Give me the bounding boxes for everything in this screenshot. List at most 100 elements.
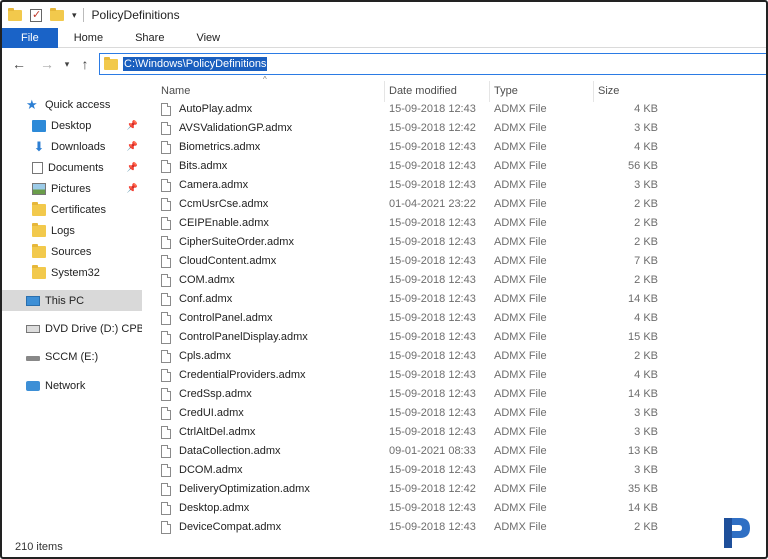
recent-locations-chevron-icon[interactable]: ▾ [60, 59, 74, 70]
file-row[interactable]: ControlPanel.admx 15-09-2018 12:43 ADMX Fi… [157, 309, 757, 328]
file-name: DeliveryOptimization.admx [179, 483, 310, 495]
file-row[interactable]: Cpls.admx 15-09-2018 12:43 ADMX File 2 KB [157, 347, 757, 366]
file-name: ControlPanel.admx [179, 312, 273, 324]
file-size: 4 KB [634, 103, 658, 115]
pin-icon[interactable]: 📌 [127, 120, 138, 131]
sidebar-item-quick-access[interactable]: ★ Quick access [2, 94, 142, 115]
sidebar-item-certificates[interactable]: Certificates [2, 199, 142, 220]
file-row[interactable]: AutoPlay.admx 15-09-2018 12:43 ADMX File 4 … [157, 100, 757, 119]
file-size: 14 KB [628, 388, 658, 400]
file-name-cell: DataCollection.admx [161, 442, 281, 461]
file-date-modified: 15-09-2018 12:43 [389, 388, 476, 400]
file-row[interactable]: CredentialProviders.admx 15-09-2018 12:43… [157, 366, 757, 385]
file-icon [161, 293, 171, 306]
file-name: CredUI.admx [179, 407, 244, 419]
pin-icon[interactable]: 📌 [127, 141, 138, 152]
back-arrow-icon[interactable]: ← [8, 56, 30, 72]
file-type: ADMX File [494, 483, 547, 495]
file-row[interactable]: CredSsp.admx 15-09-2018 12:43 ADMX File 14 … [157, 385, 757, 404]
file-type: ADMX File [494, 255, 547, 267]
sidebar-item-documents[interactable]: Documents 📌 [2, 157, 142, 178]
sidebar-item-label: Documents [48, 161, 104, 174]
file-row[interactable]: CipherSuiteOrder.admx 15-09-2018 12:43 ADM… [157, 233, 757, 252]
file-date-modified: 15-09-2018 12:43 [389, 426, 476, 438]
title-divider [82, 8, 84, 22]
sidebar-item-downloads[interactable]: ⬇ Downloads 📌 [2, 136, 142, 157]
new-folder-icon[interactable] [50, 7, 64, 21]
column-header-name[interactable]: Name [157, 81, 385, 102]
column-header-type[interactable]: Type [490, 81, 594, 102]
file-row[interactable]: CtrlAltDel.admx 15-09-2018 12:43 ADMX File… [157, 423, 757, 442]
file-name: Camera.admx [179, 179, 249, 191]
sidebar-item-network[interactable]: Network [2, 375, 142, 396]
file-icon [161, 179, 171, 192]
file-row[interactable]: Desktop.admx 15-09-2018 12:43 ADMX File 14 … [157, 499, 757, 518]
file-date-modified: 15-09-2018 12:43 [389, 141, 476, 153]
up-arrow-icon[interactable]: ↑ [74, 56, 96, 72]
file-date-modified: 15-09-2018 12:43 [389, 103, 476, 115]
file-name-cell: CipherSuiteOrder.admx [161, 233, 294, 252]
file-row[interactable]: COM.admx 15-09-2018 12:43 ADMX File 2 KB [157, 271, 757, 290]
sidebar-item-label: Network [45, 379, 86, 392]
file-name: Biometrics.admx [179, 141, 261, 153]
sidebar-item-label: Desktop [51, 119, 92, 132]
file-row[interactable]: Bits.admx 15-09-2018 12:43 ADMX File 56 KB [157, 157, 757, 176]
column-header-size[interactable]: Size [594, 81, 664, 102]
address-bar[interactable]: C:\Windows\PolicyDefinitions [99, 53, 766, 75]
file-name: CredSsp.admx [179, 388, 252, 400]
file-icon [161, 464, 171, 477]
sidebar-item-pictures[interactable]: Pictures 📌 [2, 178, 142, 199]
sidebar-item-logs[interactable]: Logs [2, 220, 142, 241]
file-row[interactable]: CredUI.admx 15-09-2018 12:43 ADMX File 3 KB [157, 404, 757, 423]
file-row[interactable]: Camera.admx 15-09-2018 12:43 ADMX File 3 KB [157, 176, 757, 195]
file-size: 3 KB [634, 122, 658, 134]
file-size: 4 KB [634, 312, 658, 324]
file-name-cell: CredentialProviders.admx [161, 366, 306, 385]
file-row[interactable]: AVSValidationGP.admx 15-09-2018 12:42 ADMX… [157, 119, 757, 138]
sidebar-item-this-pc[interactable]: This PC [2, 290, 142, 311]
file-name-cell: DCOM.admx [161, 461, 243, 480]
file-row[interactable]: Biometrics.admx 15-09-2018 12:43 ADMX File… [157, 138, 757, 157]
tab-share[interactable]: Share [119, 28, 180, 48]
pin-icon[interactable]: 📌 [127, 162, 138, 173]
forward-arrow-icon[interactable]: → [36, 56, 58, 72]
file-date-modified: 01-04-2021 23:22 [389, 198, 476, 210]
tab-view[interactable]: View [180, 28, 236, 48]
sidebar-item-label: Certificates [51, 203, 107, 216]
sidebar-item-dvd-drive[interactable]: DVD Drive (D:) CPBA_ [2, 318, 142, 339]
address-path[interactable]: C:\Windows\PolicyDefinitions [123, 57, 268, 71]
file-row[interactable]: DataCollection.admx 09-01-2021 08:33 ADMX … [157, 442, 757, 461]
file-date-modified: 15-09-2018 12:43 [389, 521, 476, 533]
file-name: CipherSuiteOrder.admx [179, 236, 294, 248]
file-icon [161, 217, 171, 230]
file-date-modified: 09-01-2021 08:33 [389, 445, 476, 457]
drive-icon [26, 356, 40, 361]
file-icon [161, 331, 171, 344]
file-name-cell: CcmUsrCse.admx [161, 195, 268, 214]
file-row[interactable]: ControlPanelDisplay.admx 15-09-2018 12:43… [157, 328, 757, 347]
customize-toolbar-chevron-icon[interactable]: ▾ [72, 10, 77, 21]
file-row[interactable]: Conf.admx 15-09-2018 12:43 ADMX File 14 KB [157, 290, 757, 309]
file-row[interactable]: DeliveryOptimization.admx 15-09-2018 12:4… [157, 480, 757, 499]
file-row[interactable]: DeviceCompat.admx 15-09-2018 12:43 ADMX Fi… [157, 518, 757, 537]
file-icon [161, 483, 171, 496]
sidebar-item-sccm[interactable]: SCCM (E:) [2, 346, 142, 367]
sidebar-item-system32[interactable]: System32 [2, 262, 142, 283]
file-row[interactable]: CloudContent.admx 15-09-2018 12:43 ADMX Fi… [157, 252, 757, 271]
sidebar-item-sources[interactable]: Sources [2, 241, 142, 262]
properties-icon[interactable] [30, 8, 42, 22]
file-row[interactable]: CEIPEnable.admx 15-09-2018 12:43 ADMX File… [157, 214, 757, 233]
folder-icon[interactable] [8, 7, 22, 21]
file-type: ADMX File [494, 369, 547, 381]
file-row[interactable]: CcmUsrCse.admx 01-04-2021 23:22 ADMX File 2… [157, 195, 757, 214]
file-name: AVSValidationGP.admx [179, 122, 293, 134]
file-row[interactable]: DCOM.admx 15-09-2018 12:43 ADMX File 3 KB [157, 461, 757, 480]
tab-file[interactable]: File [2, 28, 58, 48]
file-size: 2 KB [634, 198, 658, 210]
folder-icon [32, 222, 46, 237]
pin-icon[interactable]: 📌 [127, 183, 138, 194]
tab-home[interactable]: Home [58, 28, 119, 48]
column-header-date-modified[interactable]: Date modified [385, 81, 490, 102]
file-size: 14 KB [628, 293, 658, 305]
sidebar-item-desktop[interactable]: Desktop 📌 [2, 115, 142, 136]
